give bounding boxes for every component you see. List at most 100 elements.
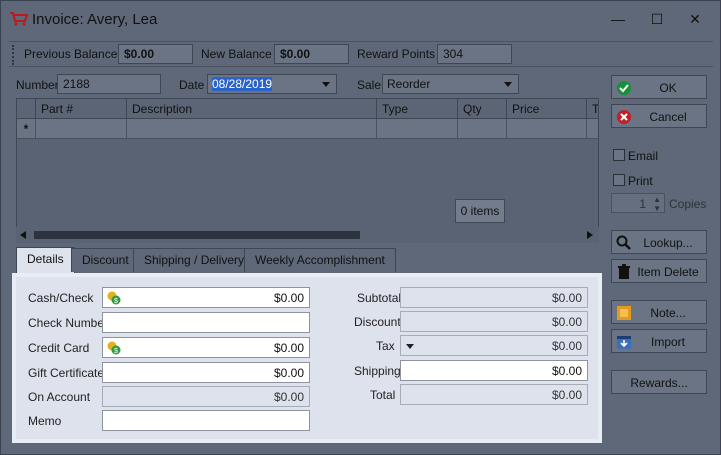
import-button[interactable]: Import [611,329,707,353]
date-value[interactable]: 08/28/2019 [212,77,273,91]
credit-card-field[interactable]: $ $0.00 [102,337,310,358]
copies-stepper[interactable]: 1 ▲ ▼ [611,193,665,213]
cell-part[interactable] [36,119,127,139]
cancel-button[interactable]: Cancel [611,104,707,128]
import-label: Import [650,335,685,349]
coins-icon: $ [107,291,121,305]
cell-price[interactable] [507,119,587,139]
total-label: Total [370,388,396,402]
minimize-button[interactable]: — [606,9,630,29]
note-label: Note... [650,306,686,320]
copies-value[interactable]: 1 [639,197,646,211]
gift-certificate-field[interactable]: $0.00 [102,362,310,383]
column-header-qty[interactable]: Qty [458,99,507,119]
coins-icon: $ [107,341,121,355]
tab-shipping-delivery[interactable]: Shipping / Delivery [133,248,256,272]
subtotal-field: $0.00 [400,287,588,308]
rewards-label: Rewards... [630,376,688,390]
svg-text:$: $ [114,348,118,355]
stepper-up-icon[interactable]: ▲ [653,195,661,204]
sale-label: Sale [357,78,382,92]
cash-check-field[interactable]: $ $0.00 [102,287,310,308]
on-account-field: $0.00 [102,386,310,407]
reward-points-label: Reward Points [357,47,436,61]
chevron-down-icon[interactable] [322,82,330,87]
memo-field[interactable] [102,410,310,431]
discount-label: Discount [354,315,401,329]
on-account-label: On Account [28,390,91,404]
column-header-total[interactable]: To [587,99,598,119]
date-label: Date [179,78,205,92]
ok-button[interactable]: OK [611,75,707,99]
note-button[interactable]: Note... [611,300,707,324]
date-picker[interactable]: 08/28/2019 [207,74,337,94]
cash-check-value: $0.00 [273,291,304,305]
print-label: Print [628,174,653,188]
details-panel: Cash/Check $ $0.00 Check Number Credit C… [12,273,602,443]
reward-points-value: 304 [437,44,512,64]
tab-weekly-accomplishment[interactable]: Weekly Accomplishment [244,248,396,272]
grid-header: Part # Description Type Qty Price To [17,99,598,119]
number-field[interactable]: 2188 [57,74,161,94]
invoice-window: Invoice: Avery, Lea — ☐ ✕ Previous Balan… [0,0,721,455]
tab-details[interactable]: Details [16,247,75,274]
previous-balance-label: Previous Balance [24,47,118,61]
scrollbar-thumb[interactable] [34,231,360,239]
maximize-button[interactable]: ☐ [645,9,669,29]
sale-value: Reorder [387,77,431,91]
sale-dropdown[interactable]: Reorder [382,74,519,94]
cell-qty[interactable] [458,119,507,139]
line-items-grid[interactable]: Part # Description Type Qty Price To * [16,98,599,243]
subtotal-label: Subtotal [357,291,402,305]
email-checkbox[interactable] [613,149,625,161]
check-number-field[interactable] [102,312,310,333]
cancel-label: Cancel [649,110,687,124]
item-delete-label: Item Delete [637,265,699,279]
new-row-marker: * [17,119,36,139]
tax-label: Tax [376,339,395,353]
column-header-price[interactable]: Price [507,99,587,119]
close-button[interactable]: ✕ [683,9,707,29]
number-label: Number [16,78,59,92]
stepper-down-icon[interactable]: ▼ [653,204,661,213]
new-item-row[interactable]: * [17,119,598,139]
chevron-down-icon[interactable] [504,82,512,87]
previous-balance-value: $0.00 [118,44,193,64]
tax-value: $0.00 [551,339,582,353]
print-checkbox[interactable] [613,174,625,186]
total-field: $0.00 [400,384,588,405]
tab-discount[interactable]: Discount [71,248,140,272]
gift-certificate-label: Gift Certificate [28,366,105,380]
copies-label: Copies [669,197,707,211]
cell-type[interactable] [377,119,458,139]
discount-field: $0.00 [400,311,588,332]
item-delete-button[interactable]: Item Delete [611,259,707,283]
scroll-right-icon[interactable] [587,231,593,239]
ok-label: OK [659,81,677,95]
row-indicator-header [17,99,36,119]
shipping-label: Shipping [354,364,401,378]
column-header-description[interactable]: Description [127,99,377,119]
tax-dropdown-icon[interactable] [406,344,414,349]
memo-label: Memo [28,414,62,428]
lookup-button[interactable]: Lookup... [611,230,707,254]
new-balance-label: New Balance [201,47,272,61]
column-header-part[interactable]: Part # [36,99,127,119]
scroll-left-icon[interactable] [20,231,26,239]
lookup-label: Lookup... [643,236,693,250]
window-title: Invoice: Avery, Lea [32,11,158,28]
title-bar: Invoice: Avery, Lea — ☐ ✕ [1,1,720,37]
toolbar-grip[interactable] [12,45,15,65]
tax-field[interactable]: $0.00 [400,335,588,356]
column-header-type[interactable]: Type [377,99,458,119]
check-number-label: Check Number [28,316,109,330]
grid-horizontal-scrollbar[interactable] [16,227,599,243]
cell-description[interactable] [127,119,377,139]
credit-card-label: Credit Card [28,341,90,355]
svg-text:$: $ [114,298,118,305]
shipping-field[interactable]: $0.00 [400,360,588,381]
new-balance-value: $0.00 [274,44,349,64]
items-count-button[interactable]: 0 items [455,199,505,223]
credit-card-value: $0.00 [273,341,304,355]
rewards-button[interactable]: Rewards... [611,370,707,394]
